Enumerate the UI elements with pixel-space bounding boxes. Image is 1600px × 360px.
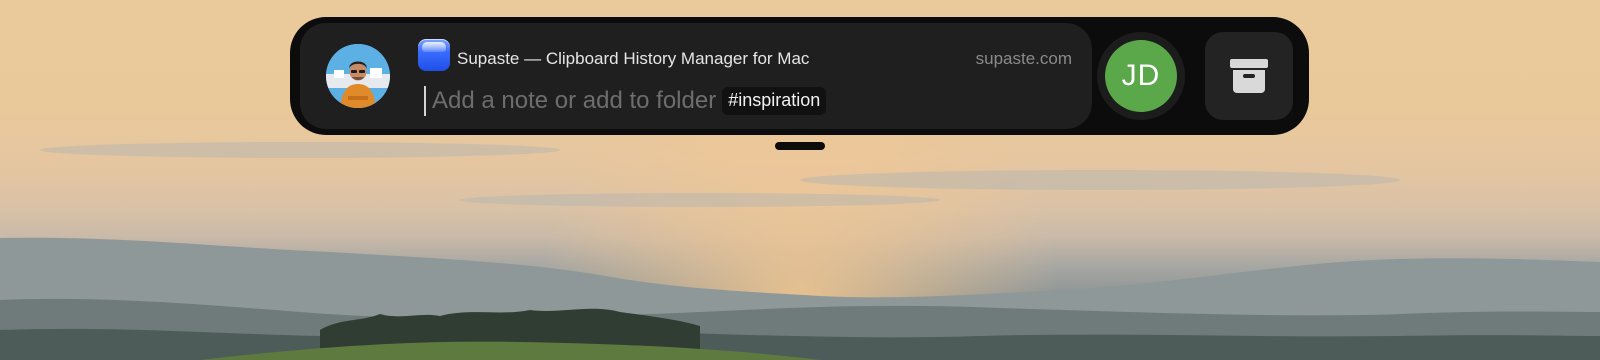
archive-button[interactable] xyxy=(1205,32,1293,120)
source-avatar xyxy=(326,44,390,108)
clip-card[interactable]: Supaste — Clipboard History Manager for … xyxy=(300,23,1092,129)
note-placeholder: Add a note or add to folder xyxy=(432,87,717,114)
text-caret xyxy=(424,86,426,116)
archive-box-icon xyxy=(1230,59,1268,93)
folder-tag[interactable]: #inspiration xyxy=(722,87,827,115)
drag-handle[interactable] xyxy=(775,142,825,150)
note-input[interactable]: Add a note or add to folder #inspiration xyxy=(424,85,827,117)
supaste-app-icon xyxy=(418,39,450,71)
source-title: Supaste — Clipboard History Manager for … xyxy=(457,49,810,68)
clipboard-panel: Supaste — Clipboard History Manager for … xyxy=(290,17,1309,135)
user-avatar: JD xyxy=(1105,40,1177,112)
person-photo-icon xyxy=(326,44,390,108)
user-button[interactable]: JD xyxy=(1097,32,1185,120)
source-domain[interactable]: supaste.com xyxy=(976,49,1072,69)
